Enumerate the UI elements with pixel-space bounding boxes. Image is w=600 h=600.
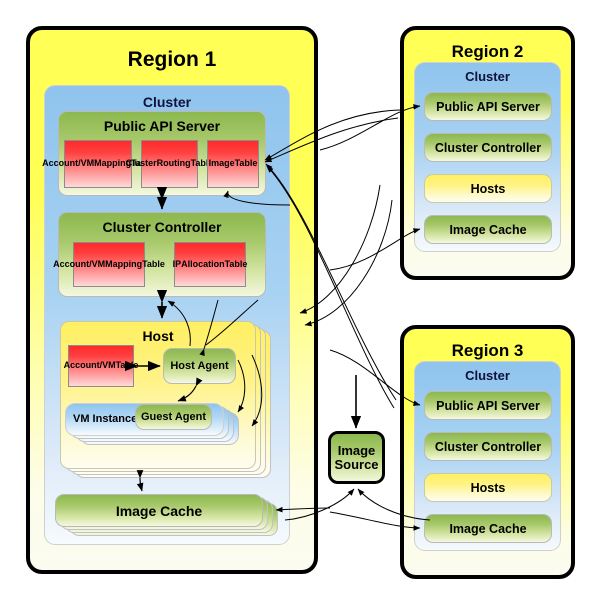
region-2-item-label: Hosts: [470, 181, 506, 196]
table-line: Account/VM: [63, 360, 116, 371]
region-3-item-label: Image Cache: [449, 521, 527, 536]
region-2-public-api-server[interactable]: Public API Server: [424, 92, 552, 121]
region-1-public-api-server-title: Public API Server: [103, 118, 221, 134]
table-line: Cluster: [125, 158, 157, 169]
region-1-guest-agent-label: Guest Agent: [141, 411, 206, 423]
region-1-cluster-controller-title: Cluster Controller: [102, 219, 222, 235]
image-source[interactable]: Image Source: [328, 431, 385, 484]
table-line: Table: [142, 258, 165, 269]
region-1-host-agent-label: Host Agent: [170, 360, 229, 372]
region-3-public-api-server[interactable]: Public API Server: [424, 391, 552, 420]
table-line: Account/VM: [53, 258, 106, 269]
region-2-image-cache[interactable]: Image Cache: [424, 215, 552, 244]
image-source-line: Source: [334, 456, 379, 472]
region-1-api-table-cluster-routing[interactable]: Cluster Routing Table: [126, 140, 213, 188]
region-1-image-cache[interactable]: Image Cache: [55, 494, 263, 527]
diagram-canvas: Region 1 Cluster Public API Server Accou…: [0, 0, 600, 600]
region-3-cluster-title: Cluster: [465, 368, 510, 383]
region-2-item-label: Image Cache: [449, 222, 527, 237]
table-line: Table: [234, 158, 258, 169]
region-3-item-label: Cluster Controller: [434, 439, 542, 454]
region-2-item-label: Cluster Controller: [434, 140, 542, 155]
region-3-hosts[interactable]: Hosts: [424, 473, 552, 502]
region-2-hosts[interactable]: Hosts: [424, 174, 552, 203]
table-line: Table: [115, 360, 139, 371]
region-2-cluster-title: Cluster: [465, 69, 510, 84]
region-1-api-table-account-vm-mapping[interactable]: Account/VM Mapping Table: [42, 140, 154, 188]
region-3-title: Region 3: [451, 341, 524, 360]
table-line: Table: [224, 258, 248, 269]
table-line: Account/VM: [42, 158, 95, 169]
region-3-item-label: Public API Server: [436, 398, 540, 413]
table-line: Routing: [156, 158, 191, 169]
region-2-cluster-controller[interactable]: Cluster Controller: [424, 133, 552, 162]
region-1-host[interactable]: Host: [60, 321, 256, 469]
region-1-vm-instance-label: VM Instance: [73, 413, 138, 425]
region-1-guest-agent[interactable]: Guest Agent: [135, 404, 212, 430]
region-1-image-cache-label: Image Cache: [115, 502, 203, 519]
region-1-cc-table-ip-allocation[interactable]: IP Allocation Table: [172, 242, 248, 287]
region-3-item-label: Hosts: [470, 480, 506, 495]
table-line: Allocation: [181, 258, 225, 269]
region-1-title: Region 1: [127, 48, 217, 71]
table-line: Image: [208, 158, 235, 169]
table-line: Mapping: [105, 258, 143, 269]
region-2-item-label: Public API Server: [436, 99, 540, 114]
region-3-cluster-controller[interactable]: Cluster Controller: [424, 432, 552, 461]
region-1-host-account-vm-table[interactable]: Account/VM Table: [64, 345, 138, 387]
region-1-host-title: Host: [142, 328, 174, 344]
region-1-cc-table-account-vm-mapping[interactable]: Account/VM Mapping Table: [53, 242, 165, 287]
region-1-api-table-image[interactable]: Image Table: [207, 140, 259, 188]
table-line: IP: [172, 258, 182, 269]
region-1-cluster-title: Cluster: [142, 94, 192, 110]
region-3-image-cache[interactable]: Image Cache: [424, 514, 552, 543]
region-1-host-agent[interactable]: Host Agent: [163, 348, 236, 384]
region-2-title: Region 2: [451, 42, 524, 61]
